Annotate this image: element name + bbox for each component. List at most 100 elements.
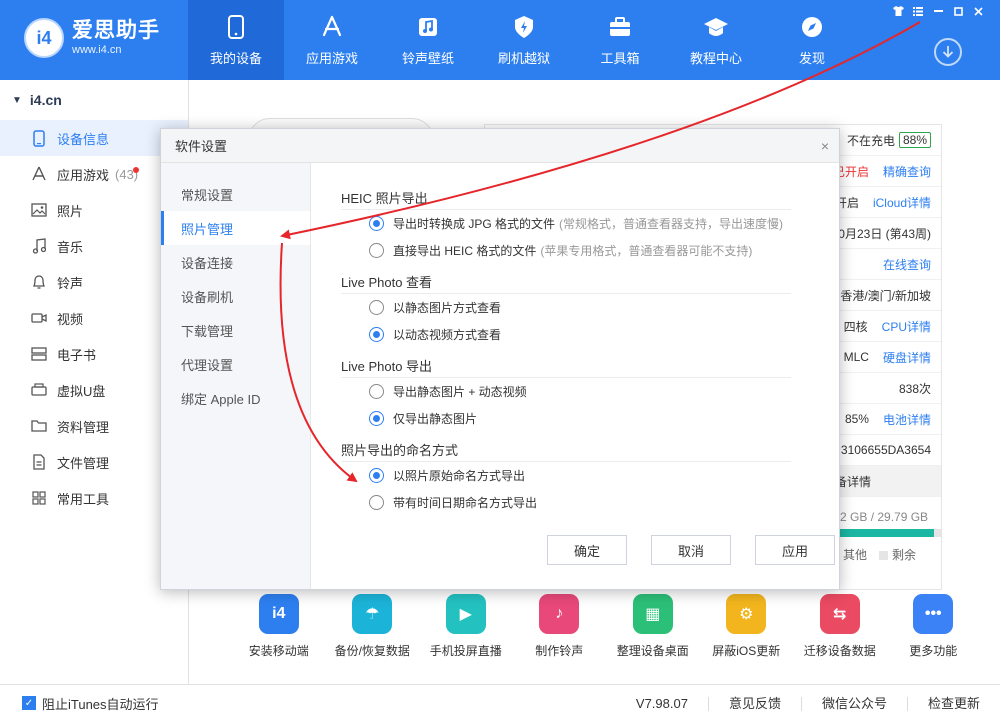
section-title: HEIC 照片导出 xyxy=(341,188,791,210)
nav-discover[interactable]: 发现 xyxy=(764,0,860,80)
dialog-close-icon[interactable]: × xyxy=(821,138,829,154)
settings-dialog: 软件设置 × 常规设置 照片管理 设备连接 设备刷机 下载管理 代理设置 绑定 … xyxy=(160,128,840,590)
nav-ringtones[interactable]: 铃声壁纸 xyxy=(380,0,476,80)
dialog-buttons: 确定 取消 应用 xyxy=(547,535,835,565)
radio-button[interactable] xyxy=(369,243,384,258)
precise-query-link[interactable]: 精确查询 xyxy=(883,163,931,180)
option-view-video[interactable]: 以动态视频方式查看 xyxy=(341,321,811,348)
tab-general[interactable]: 常规设置 xyxy=(161,177,310,211)
radio-button[interactable] xyxy=(369,300,384,315)
tab-bind-apple-id[interactable]: 绑定 Apple ID xyxy=(161,381,310,415)
option-export-heic[interactable]: 直接导出 HEIC 格式的文件 (苹果专用格式，普通查看器可能不支持) xyxy=(341,237,811,264)
check-update-link[interactable]: 检查更新 xyxy=(906,696,1000,711)
tool-organize-desktop[interactable]: ▦ 整理设备桌面 xyxy=(606,594,700,659)
tab-proxy-settings[interactable]: 代理设置 xyxy=(161,347,310,381)
nav-flash-jailbreak[interactable]: 刷机越狱 xyxy=(476,0,572,80)
cancel-button[interactable]: 取消 xyxy=(651,535,731,565)
device-name: i4.cn xyxy=(29,92,62,108)
music-note-icon xyxy=(30,237,48,255)
status-bar: ✓ 阻止iTunes自动运行 V7.98.07 意见反馈 微信公众号 检查更新 xyxy=(0,684,1000,721)
battery-badge: 88% xyxy=(898,132,931,148)
option-original-naming[interactable]: 以照片原始命名方式导出 xyxy=(341,462,811,489)
block-itunes-checkbox[interactable]: ✓ xyxy=(22,696,36,710)
tool-backup-restore[interactable]: ☂ 备份/恢复数据 xyxy=(326,594,420,659)
settings-tabs: 常规设置 照片管理 设备连接 设备刷机 下载管理 代理设置 绑定 Apple I… xyxy=(161,163,311,589)
tool-install-mobile[interactable]: i4 安装移动端 xyxy=(232,594,326,659)
tool-block-ios-update[interactable]: ⚙ 屏蔽iOS更新 xyxy=(700,594,794,659)
option-export-image-and-video[interactable]: 导出静态图片 + 动态视频 xyxy=(341,378,811,405)
tool-make-ringtone[interactable]: ♪ 制作铃声 xyxy=(513,594,607,659)
more-dots-icon: ••• xyxy=(913,594,954,634)
settings-body: HEIC 照片导出 导出时转换成 JPG 格式的文件 (常规格式，普通查看器支持，… xyxy=(341,163,811,516)
section-heic-export: HEIC 照片导出 导出时转换成 JPG 格式的文件 (常规格式，普通查看器支持，… xyxy=(341,188,811,264)
radio-button[interactable] xyxy=(369,468,384,483)
option-view-static[interactable]: 以静态图片方式查看 xyxy=(341,294,811,321)
device-header[interactable]: ▼ i4.cn xyxy=(0,80,188,120)
radio-button[interactable] xyxy=(369,327,384,342)
sidebar-item-label: 铃声 xyxy=(57,275,84,291)
download-icon[interactable] xyxy=(934,38,962,66)
nav-my-device[interactable]: 我的设备 xyxy=(188,0,284,80)
ok-button[interactable]: 确定 xyxy=(547,535,627,565)
online-query-link[interactable]: 在线查询 xyxy=(883,256,931,273)
shirt-skin-icon[interactable] xyxy=(890,4,906,18)
desktop-grid-icon: ▦ xyxy=(632,594,673,634)
umbrella-icon: ☂ xyxy=(352,594,393,634)
compass-icon xyxy=(799,14,825,40)
radio-button[interactable] xyxy=(369,216,384,231)
apply-button[interactable]: 应用 xyxy=(755,535,835,565)
radio-button[interactable] xyxy=(369,384,384,399)
sidebar-item-label: 视频 xyxy=(57,311,84,327)
nav-apps-games[interactable]: 应用游戏 xyxy=(284,0,380,80)
dialog-title: 软件设置 xyxy=(161,129,839,163)
radio-button[interactable] xyxy=(369,495,384,510)
main-nav: 我的设备 应用游戏 铃声壁纸 刷机越狱 工具箱 教程中心 发现 xyxy=(188,0,860,80)
music-plus-icon: ♪ xyxy=(539,594,580,634)
section-title: 照片导出的命名方式 xyxy=(341,440,791,462)
battery-details-link[interactable]: 电池详情 xyxy=(883,411,931,428)
graduation-cap-icon xyxy=(703,14,729,40)
file-icon xyxy=(30,453,48,471)
nav-toolbox[interactable]: 工具箱 xyxy=(572,0,668,80)
option-datetime-naming[interactable]: 带有时间日期命名方式导出 xyxy=(341,489,811,516)
maximize-icon[interactable] xyxy=(950,4,966,18)
wechat-link[interactable]: 微信公众号 xyxy=(800,696,907,711)
feedback-link[interactable]: 意见反馈 xyxy=(707,696,801,711)
caret-down-icon: ▼ xyxy=(12,94,22,106)
tab-device-flash[interactable]: 设备刷机 xyxy=(161,279,310,313)
section-live-photo-view: Live Photo 查看 以静态图片方式查看 以动态视频方式查看 xyxy=(341,272,811,348)
option-export-image-only[interactable]: 仅导出静态图片 xyxy=(341,405,811,432)
icloud-details-link[interactable]: iCloud详情 xyxy=(873,194,931,211)
app-name: 爱思助手 xyxy=(72,19,160,42)
sidebar-item-label: 照片 xyxy=(57,203,84,219)
tool-migrate-data[interactable]: ⇆ 迁移设备数据 xyxy=(793,594,887,659)
section-naming: 照片导出的命名方式 以照片原始命名方式导出 带有时间日期命名方式导出 xyxy=(341,440,811,516)
app-icon xyxy=(30,165,48,183)
storage-bar xyxy=(830,529,942,537)
storage-usage: .82 GB / 29.79 GB xyxy=(830,510,929,524)
tab-device-connection[interactable]: 设备连接 xyxy=(161,245,310,279)
sidebar-item-label: 虚拟U盘 xyxy=(57,383,106,399)
flash-icon xyxy=(511,14,537,40)
grid-icon xyxy=(30,489,48,507)
disk-details-link[interactable]: 硬盘详情 xyxy=(883,349,931,366)
nav-tutorials[interactable]: 教程中心 xyxy=(668,0,764,80)
menu-list-icon[interactable] xyxy=(910,4,926,18)
screen-play-icon: ▶ xyxy=(445,594,486,634)
bell-icon xyxy=(30,273,48,291)
radio-button[interactable] xyxy=(369,411,384,426)
window-controls xyxy=(890,4,986,18)
tab-download-management[interactable]: 下载管理 xyxy=(161,313,310,347)
sidebar-item-label: 音乐 xyxy=(57,239,84,255)
tab-photo-management[interactable]: 照片管理 xyxy=(161,211,310,245)
cpu-details-link[interactable]: CPU详情 xyxy=(882,318,931,335)
minimize-icon[interactable] xyxy=(930,4,946,18)
music-icon xyxy=(415,14,441,40)
ebook-icon xyxy=(30,345,48,363)
close-icon[interactable] xyxy=(970,4,986,18)
tool-more-features[interactable]: ••• 更多功能 xyxy=(887,594,981,659)
sidebar-item-label: 常用工具 xyxy=(57,491,110,507)
option-convert-jpg[interactable]: 导出时转换成 JPG 格式的文件 (常规格式，普通查看器支持，导出速度慢) xyxy=(341,210,811,237)
tool-screen-mirror[interactable]: ▶ 手机投屏直播 xyxy=(419,594,513,659)
photo-icon xyxy=(30,201,48,219)
